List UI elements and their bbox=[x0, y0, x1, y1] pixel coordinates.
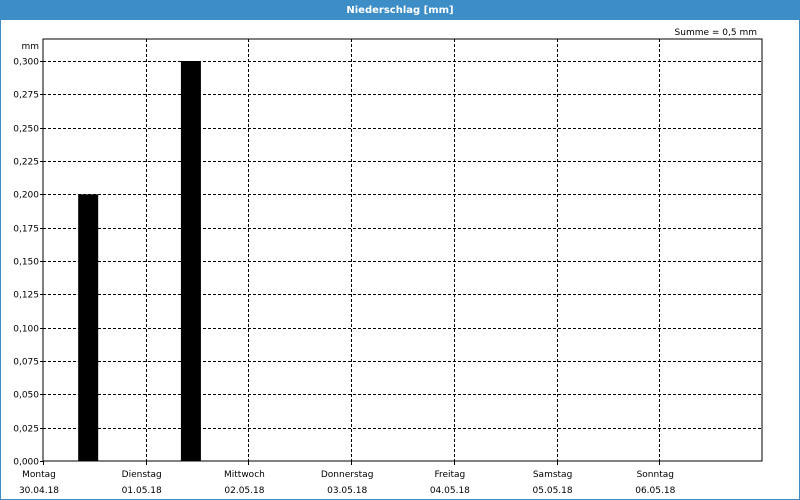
x-tick-label-date: 02.05.18 bbox=[224, 486, 264, 496]
x-tick-label-day: Freitag bbox=[434, 470, 465, 480]
y-tick-label: 0,175 bbox=[13, 225, 39, 235]
bar-montag bbox=[78, 194, 99, 462]
x-tick-label-date: 05.05.18 bbox=[533, 486, 573, 496]
x-tick-label-date: 01.05.18 bbox=[122, 486, 162, 496]
y-tick-label: 0,150 bbox=[13, 258, 39, 268]
grid-lines bbox=[43, 39, 762, 461]
y-tick-label: 0,100 bbox=[13, 325, 39, 335]
x-tick-label-day: Samstag bbox=[533, 470, 572, 480]
x-tick-label-date: 04.05.18 bbox=[430, 486, 470, 496]
x-axis-ticks: Montag 30.04.18 Dienstag 01.05.18 Mittwoch 02… bbox=[19, 461, 676, 496]
y-tick-label: 0,075 bbox=[13, 358, 39, 368]
y-tick-label: 0,250 bbox=[13, 125, 39, 135]
sum-annotation: Summe = 0,5 mm bbox=[675, 28, 757, 38]
precipitation-chart: Summe = 0,5 mm mm 0,0000,0250,0500,0750,… bbox=[13, 28, 763, 496]
x-tick-label-day: Montag bbox=[22, 470, 56, 480]
x-tick-label-day: Donnerstag bbox=[321, 470, 374, 480]
y-tick-label: 0,025 bbox=[13, 425, 39, 435]
x-tick-label-date: 06.05.18 bbox=[635, 486, 675, 496]
x-tick-label-date: 30.04.18 bbox=[19, 486, 59, 496]
x-tick-label-day: Mittwoch bbox=[224, 470, 265, 480]
bar-dienstag bbox=[180, 61, 201, 461]
y-tick-label: 0,200 bbox=[13, 191, 39, 201]
x-tick-label-day: Sonntag bbox=[637, 470, 674, 480]
y-axis-ticks: 0,000 0,025 0,050 0,075 0,100 0,125 0,150 0,175… bbox=[13, 58, 43, 468]
y-axis-unit-label: mm bbox=[21, 42, 39, 52]
x-tick-label-date: 03.05.18 bbox=[327, 486, 367, 496]
y-tick-label: 0,125 bbox=[13, 291, 39, 301]
plot-frame bbox=[42, 38, 763, 462]
y-tick-label: 0,275 bbox=[13, 91, 39, 101]
y-tick-label: 0,300 bbox=[13, 58, 39, 68]
chart-window: Niederschlag [mm] Summe = 0,5 mm mm 0,00… bbox=[0, 0, 800, 500]
y-tick-label: 0,225 bbox=[13, 158, 39, 168]
y-tick-label: 0,050 bbox=[13, 391, 39, 401]
x-tick-label-day: Dienstag bbox=[122, 470, 162, 480]
y-tick-label: 0,000 bbox=[13, 458, 39, 468]
